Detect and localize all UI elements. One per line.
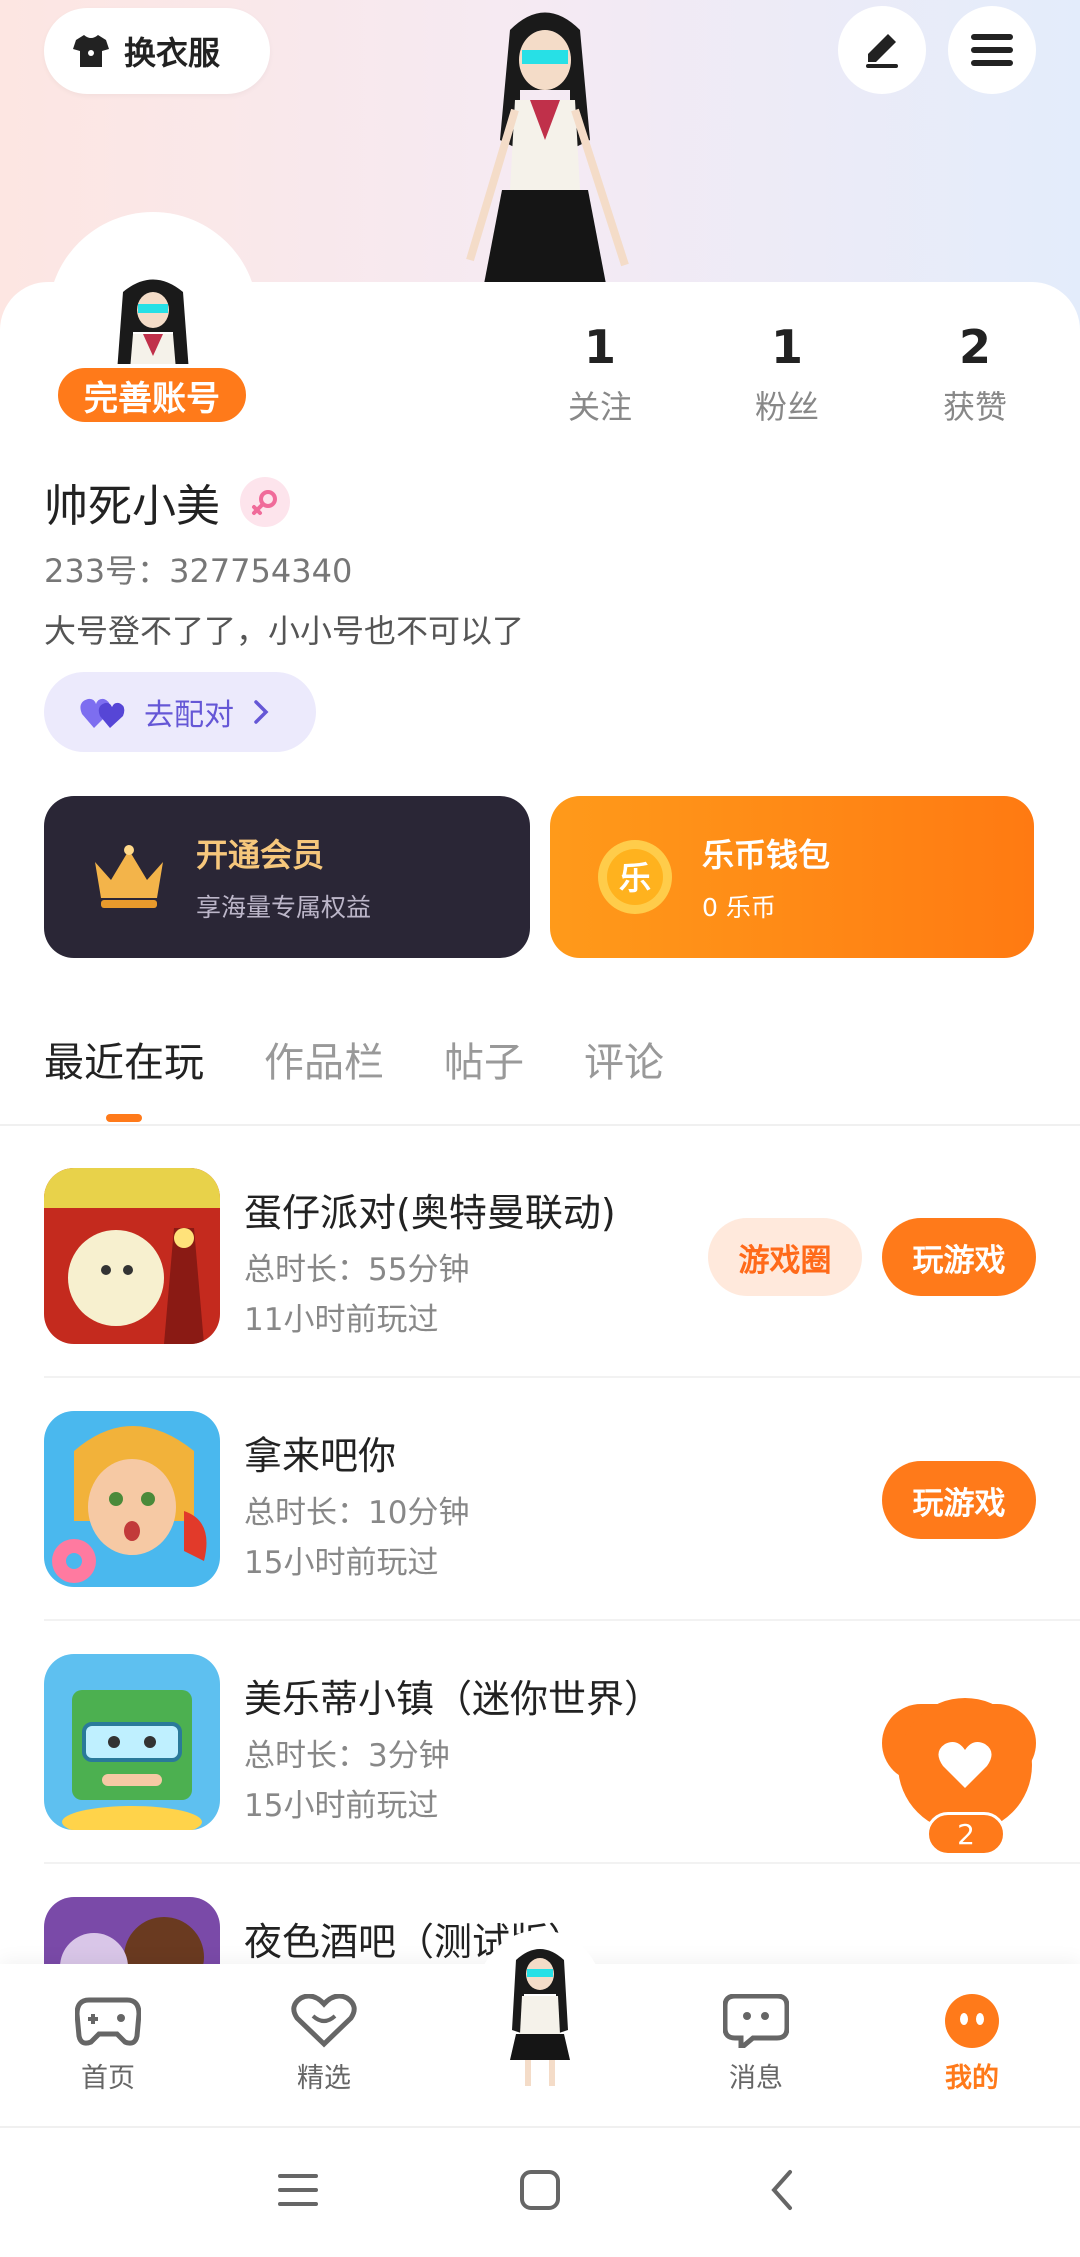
- user-id: 233号：327754340: [44, 552, 353, 590]
- bottom-nav: 首页 精选 消息 我的: [0, 1930, 1080, 2126]
- like-count: 2: [926, 1812, 1006, 1856]
- back-icon[interactable]: [762, 2168, 806, 2212]
- divider: [0, 1124, 1080, 1126]
- chat-icon: [723, 1994, 789, 2048]
- game-thumbnail: [44, 1897, 220, 1967]
- game-duration: 总时长：10分钟: [244, 1495, 470, 1531]
- user-bio: 大号登不了了，小小号也不可以了: [44, 612, 525, 650]
- wallet-title: 乐币钱包: [702, 836, 831, 874]
- vip-card[interactable]: 开通会员 享海量专属权益: [44, 796, 530, 958]
- game-name: 蛋仔派对(奥特曼联动): [244, 1191, 616, 1235]
- tab-recently-played[interactable]: 最近在玩: [44, 1030, 204, 1088]
- home-icon[interactable]: [518, 2168, 562, 2212]
- nav-avatar[interactable]: [478, 1930, 602, 2126]
- menu-button[interactable]: [948, 6, 1036, 94]
- tab-works[interactable]: 作品栏: [264, 1030, 384, 1088]
- stat-label: 获赞: [942, 388, 1007, 426]
- nav-label: 我的: [945, 2063, 999, 2094]
- username: 帅死小美: [44, 481, 220, 532]
- tab-indicator: [106, 1114, 142, 1122]
- game-row[interactable]: 拿来吧你 总时长：10分钟 15小时前玩过 玩游戏: [44, 1411, 1036, 1587]
- game-last-played: 11小时前玩过: [244, 1302, 439, 1338]
- game-row[interactable]: 美乐蒂小镇（迷你世界） 总时长：3分钟 15小时前玩过 玩游戏: [44, 1654, 1036, 1830]
- vip-title: 开通会员: [196, 836, 325, 874]
- hamburger-icon: [971, 34, 1013, 66]
- play-game-button[interactable]: 玩游戏: [882, 1461, 1036, 1539]
- game-thumbnail: [44, 1654, 220, 1830]
- divider: [44, 1862, 1080, 1864]
- complete-account-label: 完善账号: [84, 378, 220, 419]
- stat-value: 1: [770, 320, 803, 374]
- game-name: 美乐蒂小镇（迷你世界）: [244, 1677, 663, 1721]
- coin-icon: 乐: [592, 834, 678, 920]
- divider: [44, 1619, 1080, 1621]
- game-name: 拿来吧你: [244, 1434, 397, 1478]
- female-icon: [240, 477, 290, 527]
- avatar-figure[interactable]: [430, 0, 660, 284]
- stat-value: 1: [583, 320, 616, 374]
- nav-label: 首页: [81, 2063, 135, 2094]
- game-last-played: 15小时前玩过: [244, 1545, 439, 1581]
- stat-label: 粉丝: [754, 388, 819, 426]
- stat-value: 2: [958, 320, 991, 374]
- game-circle-button[interactable]: 游戏圈: [708, 1218, 862, 1296]
- change-outfit-button[interactable]: 换衣服: [44, 8, 270, 94]
- divider: [44, 1376, 1080, 1378]
- stat-followers[interactable]: 1 粉丝: [717, 320, 857, 428]
- wallet-card[interactable]: 乐 乐币钱包 0 乐币: [550, 796, 1034, 958]
- floating-like-button[interactable]: 2: [898, 1698, 1038, 1856]
- avatar-mini: [510, 1949, 570, 2086]
- crown-icon: [86, 834, 172, 920]
- game-last-played: 15小时前玩过: [244, 1788, 439, 1824]
- me-icon: [945, 1994, 999, 2048]
- change-outfit-label: 换衣服: [124, 34, 221, 72]
- pencil-icon: [866, 34, 898, 68]
- tab-comments[interactable]: 评论: [584, 1030, 664, 1088]
- match-label: 去配对: [144, 698, 234, 733]
- hearts-icon: [80, 698, 125, 728]
- game-thumbnail: [44, 1168, 220, 1344]
- recent-apps-icon[interactable]: [276, 2168, 320, 2212]
- heart-outline-icon: [291, 1994, 357, 2048]
- vip-subtitle: 享海量专属权益: [196, 893, 372, 922]
- chevron-right-icon: [254, 700, 269, 724]
- game-duration: 总时长：3分钟: [244, 1738, 450, 1774]
- tab-posts[interactable]: 帖子: [444, 1030, 524, 1088]
- wallet-balance: 0 乐币: [702, 893, 776, 922]
- nav-featured[interactable]: 精选: [254, 1994, 394, 2095]
- stat-label: 关注: [567, 388, 632, 426]
- stat-likes[interactable]: 2 获赞: [905, 320, 1045, 428]
- game-thumbnail: [44, 1411, 220, 1587]
- username-row: 帅死小美: [44, 470, 290, 534]
- coin-icon-label: 乐: [619, 859, 651, 897]
- system-nav-bar: [0, 2126, 1080, 2257]
- play-game-button[interactable]: 玩游戏: [882, 1218, 1036, 1296]
- nav-label: 消息: [729, 2063, 783, 2094]
- tshirt-icon: [73, 35, 109, 67]
- nav-label: 精选: [297, 2063, 351, 2094]
- gamepad-icon: [75, 1997, 141, 2046]
- game-row[interactable]: 蛋仔派对(奥特曼联动) 总时长：55分钟 11小时前玩过 游戏圈 玩游戏: [44, 1168, 1036, 1344]
- nav-messages[interactable]: 消息: [686, 1994, 826, 2095]
- edit-button[interactable]: [838, 6, 926, 94]
- profile-tabs: 最近在玩 作品栏 帖子 评论: [44, 1030, 664, 1088]
- match-button[interactable]: 去配对: [44, 672, 316, 752]
- nav-home[interactable]: 首页: [38, 1994, 178, 2095]
- complete-account-button[interactable]: 完善账号: [54, 364, 250, 426]
- stat-following[interactable]: 1 关注: [530, 320, 670, 428]
- game-duration: 总时长：55分钟: [244, 1252, 470, 1288]
- nav-me[interactable]: 我的: [902, 1994, 1042, 2095]
